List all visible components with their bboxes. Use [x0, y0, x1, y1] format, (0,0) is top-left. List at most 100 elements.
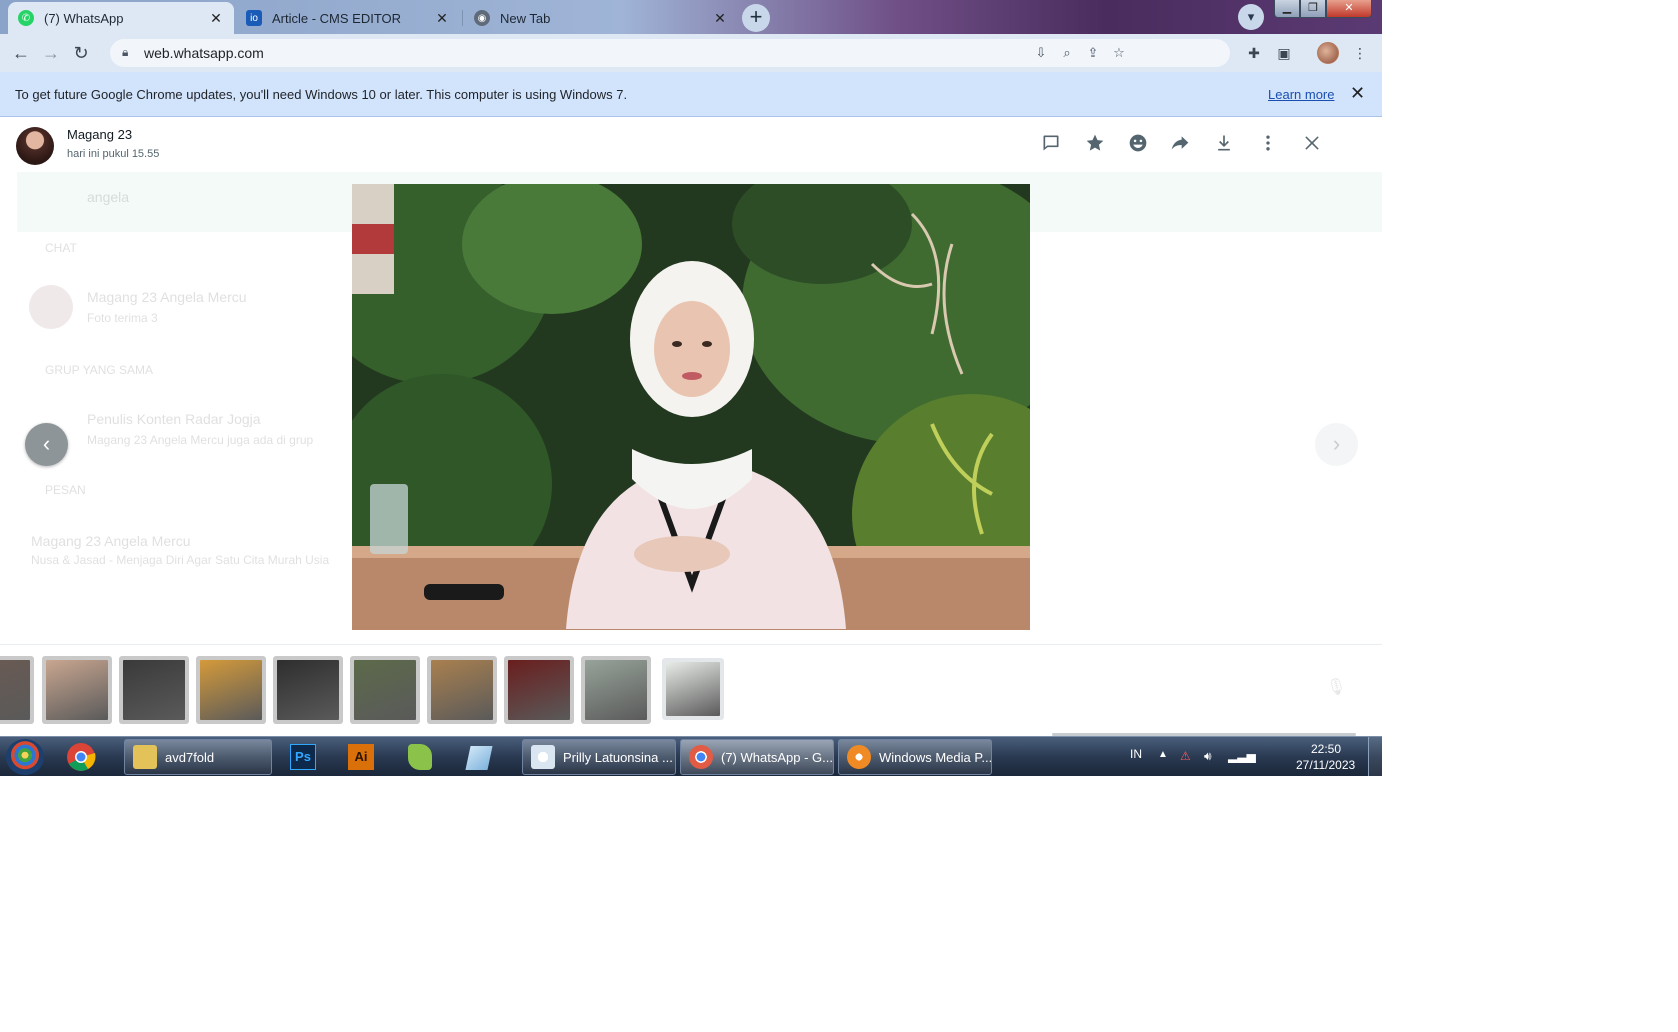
minimize-button[interactable]: ▁ — [1274, 0, 1300, 18]
reload-button[interactable]: ↻ — [68, 40, 94, 66]
bookmark-star-icon[interactable]: ☆ — [1110, 44, 1128, 62]
media-thumbnail-selected[interactable] — [662, 658, 724, 720]
background-message-name: Magang 23 Angela Mercu — [31, 533, 191, 549]
thumbnail-strip — [0, 654, 1382, 726]
taskbar-android-studio[interactable] — [402, 740, 454, 774]
media-thumbnail[interactable] — [0, 656, 34, 724]
tab-label: (7) WhatsApp — [44, 10, 124, 26]
restore-icon: ❐ — [1308, 2, 1318, 14]
language-indicator[interactable]: IN — [1130, 747, 1142, 761]
thumbnail-image — [666, 662, 720, 716]
chrome-icon: ◉ — [474, 10, 490, 26]
microphone-icon: 🎙︎ — [1326, 679, 1347, 696]
media-thumbnail[interactable] — [273, 656, 343, 724]
new-tab-button[interactable]: + — [742, 4, 770, 32]
background-chat-preview: Foto terima 3 — [87, 311, 158, 325]
share-icon[interactable]: ⇪ — [1084, 44, 1102, 62]
tab-search-button[interactable]: ▾ — [1238, 4, 1264, 30]
taskbar-photoshop[interactable]: Ps — [286, 740, 338, 774]
next-media-button[interactable]: › — [1315, 423, 1358, 466]
taskbar-notepad[interactable] — [462, 740, 514, 774]
react-button[interactable] — [1126, 131, 1150, 155]
volume-icon[interactable]: 🔊︎ — [1204, 749, 1212, 764]
media-thumbnail[interactable] — [427, 656, 497, 724]
profile-avatar[interactable] — [1317, 42, 1339, 64]
sender-timestamp: hari ini pukul 15.55 — [67, 148, 160, 160]
media-thumbnail[interactable] — [119, 656, 189, 724]
taskbar-illustrator[interactable]: Ai — [344, 740, 396, 774]
install-app-icon[interactable]: ⇩ — [1032, 44, 1050, 62]
tab-label: Article - CMS EDITOR — [272, 10, 402, 26]
chevron-left-icon: ‹ — [42, 431, 51, 456]
thumbnail-image — [0, 660, 30, 720]
tab-cms-editor[interactable]: io Article - CMS EDITOR ✕ — [236, 2, 460, 34]
chevron-right-icon: › — [1332, 431, 1341, 456]
forward-button[interactable] — [1168, 131, 1192, 155]
download-button[interactable] — [1212, 131, 1236, 155]
zoom-icon[interactable]: ⌕ — [1058, 44, 1076, 62]
sender-name: Magang 23 — [67, 127, 133, 142]
clock-date[interactable]: 27/11/2023 — [1296, 758, 1355, 772]
background-group-preview: Magang 23 Angela Mercu juga ada di grup — [87, 433, 314, 447]
taskbar-task-whatsapp-chrome[interactable]: (7) WhatsApp - G... — [680, 739, 834, 775]
address-bar[interactable]: 🔒︎ web.whatsapp.com ⇩ ⌕ ⇪ ☆ — [110, 39, 1230, 67]
back-button[interactable]: ← — [8, 40, 34, 66]
task-label: Windows Media P... — [879, 749, 991, 765]
maximize-button[interactable]: ❐ — [1300, 0, 1326, 18]
thumbnail-image — [431, 660, 493, 720]
task-label: avd7fold — [165, 749, 215, 765]
minimize-icon: ▁ — [1282, 2, 1292, 14]
tab-close-icon[interactable]: ✕ — [208, 10, 224, 27]
media-thumbnail[interactable] — [504, 656, 574, 724]
taskbar-task-paint[interactable]: Prilly Latuonsina ... — [522, 739, 676, 775]
photoshop-icon: Ps — [290, 744, 316, 770]
reload-icon: ↻ — [73, 43, 89, 63]
tab-close-icon[interactable]: ✕ — [712, 10, 728, 27]
background-group-name: Penulis Konten Radar Jogja — [87, 411, 261, 427]
close-viewer-button[interactable] — [1300, 131, 1324, 155]
tab-whatsapp[interactable]: ✆ (7) WhatsApp ✕ — [8, 2, 234, 34]
thumbnail-image — [508, 660, 570, 720]
start-button[interactable] — [6, 739, 44, 775]
arrow-right-icon: → — [42, 43, 60, 63]
close-window-button[interactable]: ✕ — [1326, 0, 1372, 18]
background-search-text: angela — [87, 189, 130, 205]
taskbar-task-media-player[interactable]: Windows Media P... — [838, 739, 992, 775]
media-thumbnail[interactable] — [42, 656, 112, 724]
paint-icon — [531, 745, 555, 769]
media-thumbnail[interactable] — [581, 656, 651, 724]
network-alert-icon[interactable]: ⚠ — [1180, 749, 1191, 763]
tab-new-tab[interactable]: ◉ New Tab ✕ — [464, 2, 738, 34]
show-desktop-button[interactable] — [1368, 737, 1382, 776]
tab-label: New Tab — [500, 10, 551, 26]
side-panel-icon[interactable]: ▣ — [1274, 43, 1294, 63]
taskbar-task-explorer[interactable]: avd7fold — [124, 739, 272, 775]
extensions-icon[interactable]: ✚ — [1244, 43, 1264, 63]
tab-close-icon[interactable]: ✕ — [434, 10, 450, 27]
reply-button[interactable] — [1039, 131, 1063, 155]
sender-avatar[interactable] — [16, 127, 54, 165]
forward-button[interactable]: → — [38, 40, 64, 66]
chrome-menu-icon[interactable]: ⋮ — [1350, 43, 1370, 63]
previous-media-button[interactable]: ‹ — [25, 423, 68, 466]
star-button[interactable] — [1083, 131, 1107, 155]
chrome-icon — [67, 743, 96, 771]
media-player-icon — [847, 745, 871, 769]
infobar-close-button[interactable]: ✕ — [1350, 83, 1365, 104]
signal-icon[interactable]: ▂▃▅ — [1228, 749, 1256, 763]
taskbar-chrome[interactable] — [64, 740, 116, 774]
clock-time[interactable]: 22:50 — [1311, 742, 1341, 756]
media-photo[interactable] — [352, 184, 1030, 630]
illustrator-icon: Ai — [348, 744, 374, 770]
thumbnail-image — [123, 660, 185, 720]
media-thumbnail[interactable] — [196, 656, 266, 724]
photo-illustration — [352, 184, 1030, 630]
tray-expand-icon[interactable]: ▲ — [1158, 749, 1168, 760]
star-icon — [1086, 134, 1104, 151]
screen: ✆ (7) WhatsApp ✕ io Article - CMS EDITOR… — [0, 0, 1382, 776]
tab-separator — [462, 10, 463, 26]
media-thumbnail[interactable] — [350, 656, 420, 724]
url-text: web.whatsapp.com — [144, 45, 264, 61]
learn-more-link[interactable]: Learn more — [1268, 87, 1334, 102]
more-options-button[interactable] — [1256, 131, 1280, 155]
